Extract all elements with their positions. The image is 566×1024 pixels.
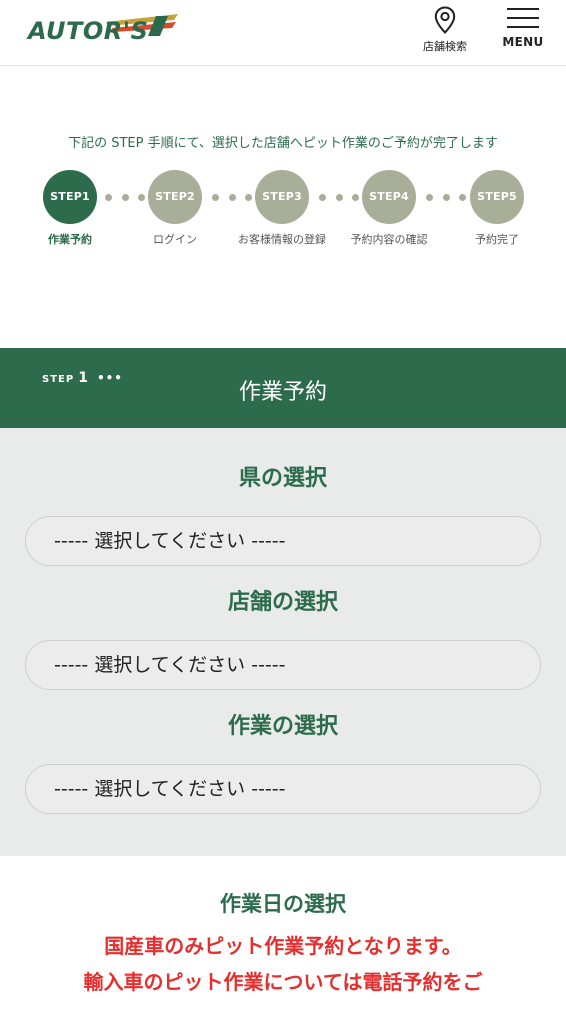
work-label: 作業の選択 xyxy=(227,714,338,739)
step-badge: STEP1 xyxy=(43,170,97,224)
section-header: STEP 1 ••• 作業予約 xyxy=(0,348,566,428)
store-label: 店舗の選択 xyxy=(227,590,338,615)
steps-intro-text: 下記の STEP 手順にて、選択した店舗へピット作業のご予約が完了します xyxy=(68,136,498,151)
hamburger-icon-bar xyxy=(507,26,539,28)
hamburger-icon xyxy=(507,8,539,10)
step-label: 作業予約 xyxy=(48,233,92,246)
site-header: AUTOR'S 店舗検索 MENU xyxy=(0,0,566,66)
logo-text: AUTOR'S xyxy=(28,17,149,45)
menu-label: MENU xyxy=(502,35,544,49)
step-5: STEP5 予約完了 xyxy=(447,170,547,247)
shop-search-label: 店舗検索 xyxy=(423,40,467,53)
autors-logo[interactable]: AUTOR'S xyxy=(28,12,178,48)
selection-form: 県の選択 ----- 選択してください ----- 店舗の選択 ----- 選択… xyxy=(0,428,566,856)
step-label: 予約完了 xyxy=(475,233,519,246)
work-select[interactable]: ----- 選択してください ----- xyxy=(25,764,541,814)
step-badge: STEP5 xyxy=(470,170,524,224)
step-badge: STEP2 xyxy=(148,170,202,224)
step-4: STEP4 予約内容の確認 xyxy=(339,170,439,247)
step-2: STEP2 ログイン xyxy=(125,170,225,247)
prefecture-label: 県の選択 xyxy=(238,466,327,491)
step-3: STEP3 お客様情報の登録 xyxy=(232,170,332,247)
hamburger-icon-bar xyxy=(507,17,539,19)
prefecture-select[interactable]: ----- 選択してください ----- xyxy=(25,516,541,566)
menu-button[interactable]: MENU xyxy=(500,8,546,56)
notice-imported-phone: 輸入車のピット作業については電話予約をご xyxy=(83,970,483,994)
store-select[interactable]: ----- 選択してください ----- xyxy=(25,640,541,690)
shop-search-button[interactable]: 店舗検索 xyxy=(418,6,472,54)
step-1: STEP1 作業予約 xyxy=(20,170,120,247)
step-label: お客様情報の登録 xyxy=(238,233,326,246)
date-section-title: 作業日の選択 xyxy=(220,892,346,916)
step-badge: STEP3 xyxy=(255,170,309,224)
notice-domestic-only: 国産車のみピット作業予約となります。 xyxy=(104,934,462,958)
map-pin-icon xyxy=(434,6,456,34)
step-progress: STEP1 作業予約 STEP2 ログイン STEP3 お客様情報の登録 STE… xyxy=(0,170,566,250)
section-title: 作業予約 xyxy=(238,380,327,405)
step-label: 予約内容の確認 xyxy=(350,233,428,246)
step-badge: STEP4 xyxy=(362,170,416,224)
step-label: ログイン xyxy=(153,233,197,246)
